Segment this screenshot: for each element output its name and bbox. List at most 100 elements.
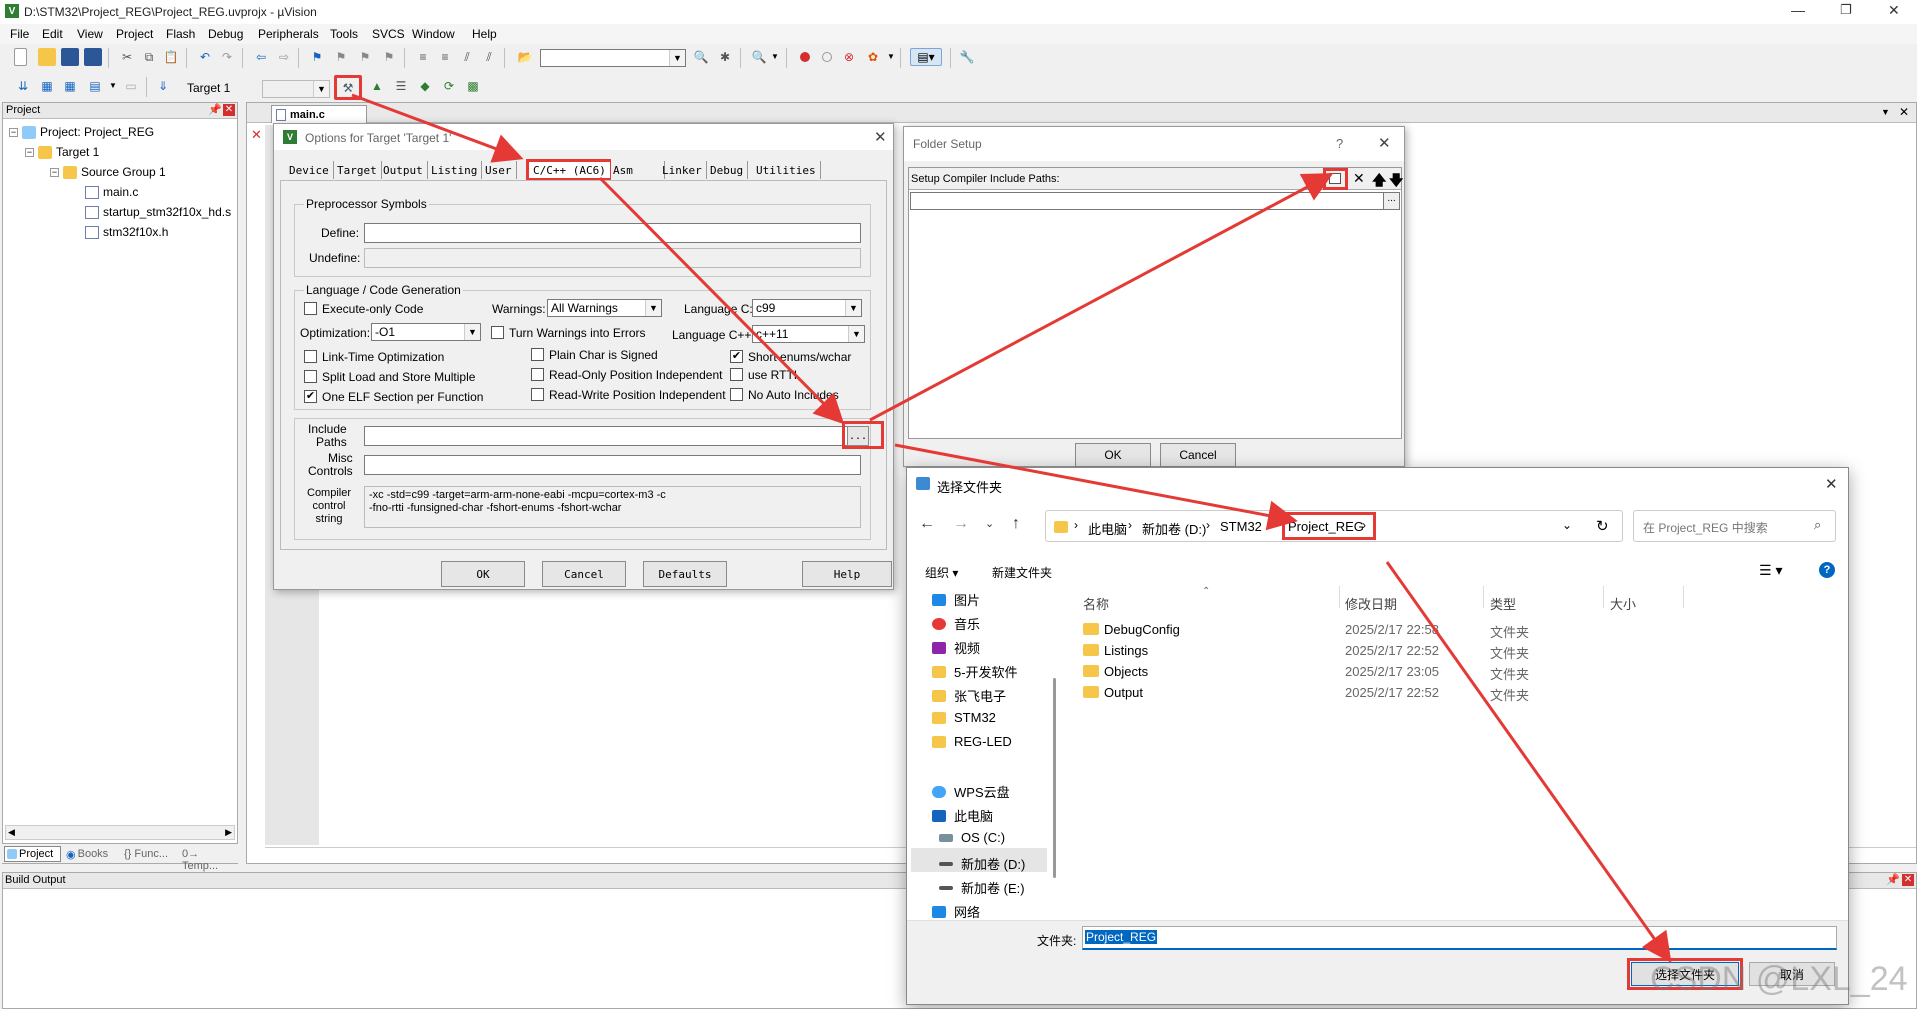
menu-svcs[interactable]: SVCS: [372, 27, 405, 41]
tab-functions[interactable]: {} Func...: [124, 848, 168, 860]
nav-item-dev-software[interactable]: 5-开发软件: [932, 662, 1018, 681]
redo-icon[interactable]: ↷: [218, 48, 236, 66]
breadcrumb-drive-d[interactable]: 新加卷 (D:): [1142, 519, 1206, 538]
plain-char-checkbox[interactable]: [531, 348, 544, 361]
tree-file-main-c[interactable]: main.c: [85, 185, 138, 199]
nav-item-zhangfei[interactable]: 张飞电子: [932, 686, 1006, 705]
open-file-icon[interactable]: [38, 48, 56, 66]
organize-button[interactable]: 组织 ▾: [925, 564, 958, 581]
short-enums-checkbox[interactable]: ✔: [730, 350, 743, 363]
use-rtti-checkbox[interactable]: [730, 368, 743, 381]
incremental-find-icon[interactable]: ✱: [716, 48, 734, 66]
nav-item-pictures[interactable]: 图片: [932, 590, 980, 609]
view-options-icon[interactable]: ☰ ▾: [1759, 562, 1782, 579]
editor-tab-list-icon[interactable]: ▼: [1881, 107, 1890, 117]
tree-target[interactable]: − Target 1: [25, 145, 99, 159]
execute-only-checkbox[interactable]: [304, 302, 317, 315]
include-paths-input[interactable]: [364, 426, 859, 446]
nav-item-videos[interactable]: 视频: [932, 638, 980, 657]
folder-field-input[interactable]: Project_REG: [1082, 926, 1837, 950]
link-time-checkbox[interactable]: [304, 350, 317, 363]
no-auto-checkbox[interactable]: [730, 388, 743, 401]
cut-icon[interactable]: ✂: [118, 48, 136, 66]
tab-listing[interactable]: Listing: [427, 161, 483, 179]
nav-back-icon[interactable]: ⇦: [252, 48, 270, 66]
pin-icon[interactable]: 📌: [208, 103, 222, 116]
minimize-button[interactable]: —: [1791, 2, 1805, 18]
bookmark-next-icon[interactable]: ⚑: [356, 48, 374, 66]
one-elf-checkbox[interactable]: ✔: [304, 390, 317, 403]
search-icon[interactable]: ⌕: [1814, 517, 1821, 533]
column-header-name[interactable]: 名称: [1083, 594, 1109, 613]
breadcrumb-this-pc[interactable]: 此电脑: [1088, 519, 1127, 538]
menu-flash[interactable]: Flash: [166, 27, 195, 41]
save-all-icon[interactable]: [84, 48, 102, 66]
tab-utilities[interactable]: Utilities: [752, 161, 821, 179]
tree-file-header[interactable]: stm32f10x.h: [85, 225, 168, 239]
folder-setup-cancel-button[interactable]: Cancel: [1160, 443, 1236, 467]
close-icon[interactable]: ✕: [874, 128, 887, 146]
nav-item-drive-c[interactable]: OS (C:): [939, 830, 1005, 845]
breakpoint-kill-icon[interactable]: ⊗: [840, 48, 858, 66]
translate-icon[interactable]: ⇊: [14, 77, 32, 95]
folder-path-row[interactable]: ...: [910, 192, 1400, 210]
nav-item-this-pc[interactable]: 此电脑: [932, 806, 993, 825]
new-folder-icon[interactable]: [1329, 173, 1341, 184]
breakpoint-disable-icon[interactable]: [818, 48, 836, 66]
nav-forward-icon[interactable]: ⇨: [275, 48, 293, 66]
chevron-down-icon[interactable]: ▼: [104, 77, 122, 95]
search-box[interactable]: 在 Project_REG 中搜索 ⌕: [1633, 510, 1836, 542]
wrench-icon[interactable]: 🔧: [958, 48, 976, 66]
collapse-icon[interactable]: −: [50, 167, 59, 177]
find-combo[interactable]: ▼: [540, 49, 686, 67]
menu-file[interactable]: File: [10, 27, 29, 41]
column-header-date[interactable]: 修改日期: [1345, 594, 1397, 613]
stop-build-icon[interactable]: ▭: [122, 77, 140, 95]
tree-project-root[interactable]: − Project: Project_REG: [9, 125, 154, 139]
define-input[interactable]: [364, 223, 861, 243]
cancel-button[interactable]: Cancel: [542, 561, 626, 587]
menu-debug[interactable]: Debug: [208, 27, 243, 41]
move-up-icon[interactable]: 🡅: [1372, 170, 1386, 194]
close-icon[interactable]: ✕: [223, 104, 235, 116]
unindent-icon[interactable]: ≡: [436, 48, 454, 66]
help-icon[interactable]: ?: [1819, 562, 1835, 578]
close-icon[interactable]: ✕: [1825, 475, 1838, 493]
bookmark-prev-icon[interactable]: ⚑: [332, 48, 350, 66]
close-icon[interactable]: ✕: [1378, 134, 1391, 152]
folder-setup-ok-button[interactable]: OK: [1075, 443, 1151, 467]
help-icon[interactable]: ?: [1336, 136, 1343, 151]
language-cpp-select[interactable]: c++11 ▼: [752, 325, 865, 343]
misc-controls-input[interactable]: [364, 455, 861, 475]
menu-tools[interactable]: Tools: [330, 27, 358, 41]
undo-icon[interactable]: ↶: [196, 48, 214, 66]
nav-pane-scrollbar[interactable]: [1053, 678, 1056, 878]
file-extensions-icon[interactable]: ☰: [392, 77, 410, 95]
tab-books[interactable]: ◉ Books: [66, 848, 108, 861]
maximize-button[interactable]: ❐: [1840, 2, 1852, 18]
window-layout-icon[interactable]: ▤▾: [910, 48, 942, 66]
build-icon[interactable]: ▦: [38, 77, 56, 95]
undefine-input[interactable]: [364, 248, 861, 268]
bookmark-clear-icon[interactable]: ⚑: [380, 48, 398, 66]
editor-tab-main-c[interactable]: main.c: [271, 105, 367, 123]
collapse-icon[interactable]: −: [9, 127, 18, 137]
run-time-env-icon[interactable]: ◆: [416, 77, 434, 95]
chevron-down-icon[interactable]: ▼: [882, 48, 900, 66]
chevron-down-icon[interactable]: ▼: [766, 48, 784, 66]
tab-debug[interactable]: Debug: [706, 161, 749, 179]
tab-cpp-ac6[interactable]: C/C++ (AC6): [526, 159, 611, 181]
select-pack-icon[interactable]: ⟳: [440, 77, 458, 95]
delete-icon[interactable]: ✕: [1353, 170, 1365, 187]
ok-button[interactable]: OK: [441, 561, 525, 587]
close-icon[interactable]: ✕: [1902, 874, 1914, 886]
project-hscrollbar[interactable]: ◀ ▶: [5, 825, 235, 840]
tab-project[interactable]: Project: [4, 846, 61, 862]
address-bar[interactable]: › 此电脑 › 新加卷 (D:) › STM32 › Project_REG ›…: [1045, 510, 1623, 542]
tab-templates[interactable]: 0→ Temp...: [182, 848, 238, 872]
forward-arrow-icon[interactable]: →: [953, 515, 969, 533]
menu-window[interactable]: Window: [412, 27, 455, 41]
tab-target[interactable]: Target: [333, 161, 382, 179]
indent-icon[interactable]: ≡: [414, 48, 432, 66]
manage-components-icon[interactable]: ▲: [368, 77, 386, 95]
